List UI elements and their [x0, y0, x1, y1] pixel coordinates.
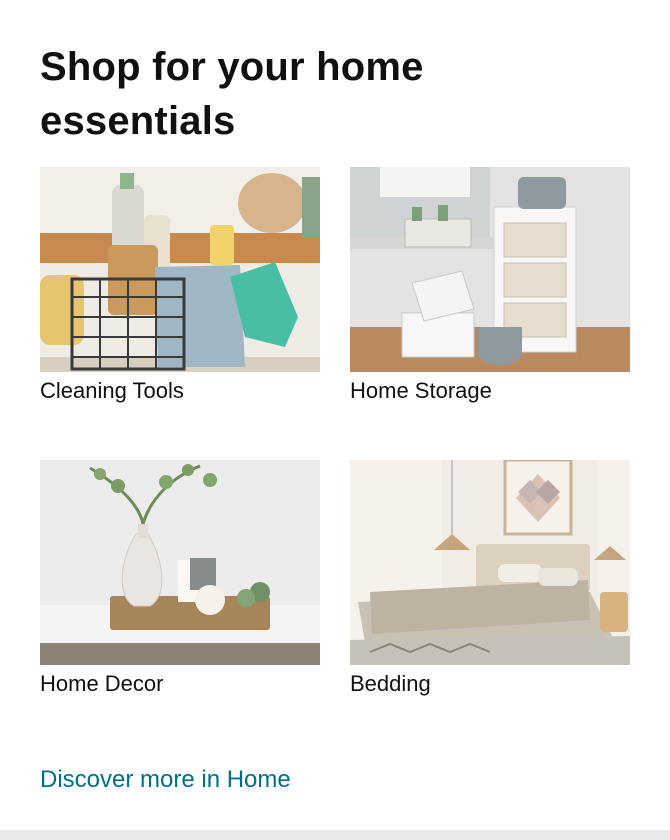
home-storage-image[interactable]: [350, 167, 630, 372]
tile-home-decor[interactable]: Home Decor: [40, 460, 320, 698]
tile-bedding[interactable]: Bedding: [350, 460, 630, 698]
tile-home-storage[interactable]: Home Storage: [350, 167, 630, 405]
card-title: Shop for your home essentials: [40, 45, 424, 143]
discover-more-link[interactable]: Discover more in Home: [40, 764, 291, 796]
bedding-image[interactable]: [350, 460, 630, 665]
tile-cleaning-tools[interactable]: Cleaning Tools: [40, 167, 320, 405]
cleaning-tools-image[interactable]: [40, 167, 320, 372]
tile-label[interactable]: Bedding: [350, 670, 630, 698]
page-divider: [0, 830, 670, 840]
tile-label[interactable]: Home Decor: [40, 670, 320, 698]
tile-label[interactable]: Cleaning Tools: [40, 377, 320, 405]
home-decor-image[interactable]: [40, 460, 320, 665]
tile-label[interactable]: Home Storage: [350, 377, 630, 405]
home-essentials-card: Shop for your home essentials Cleaning T…: [0, 0, 670, 830]
